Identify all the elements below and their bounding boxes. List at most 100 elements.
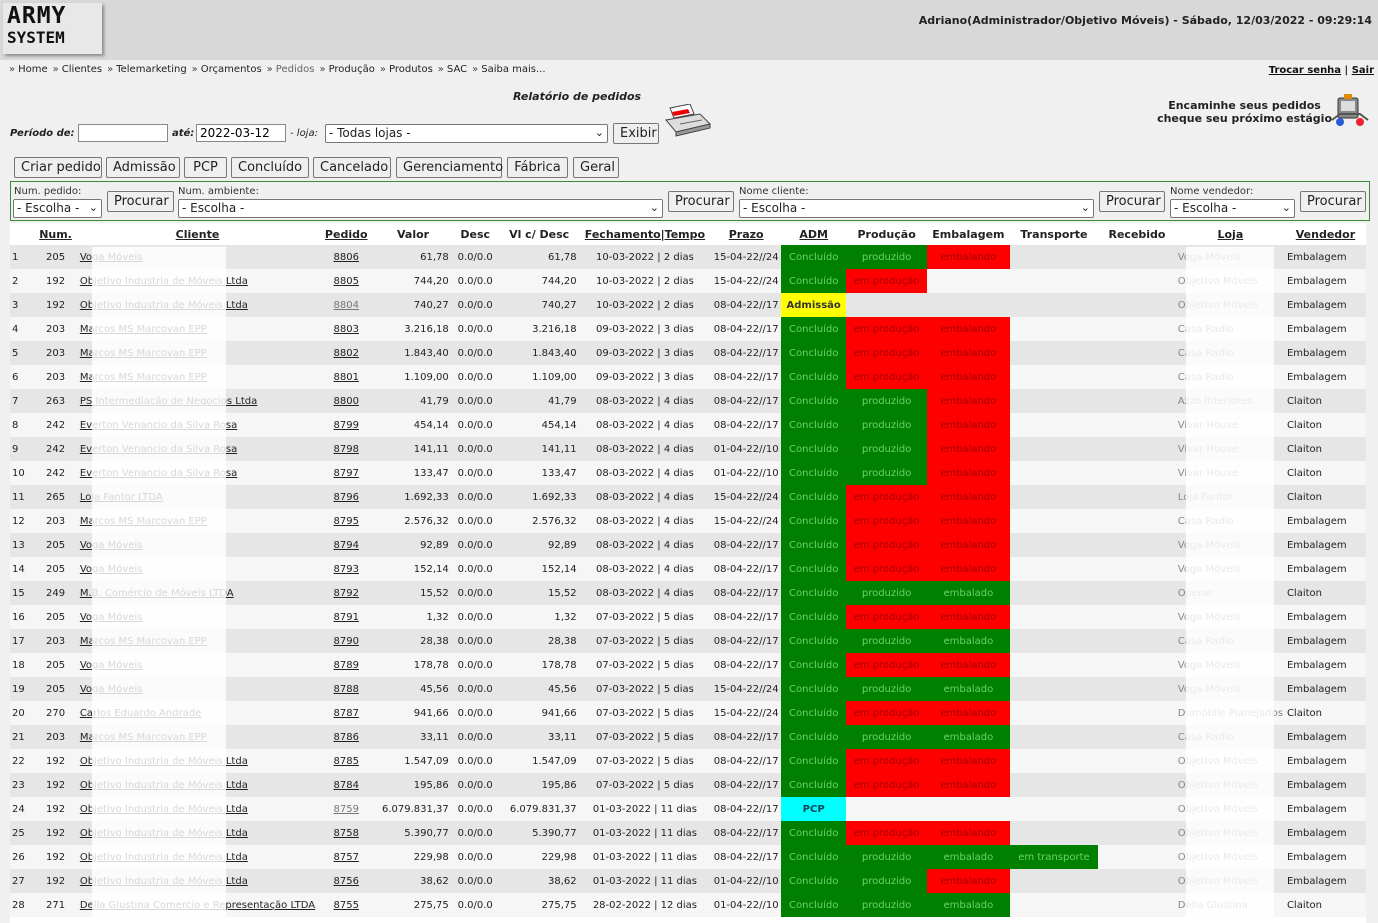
column-header[interactable]: Prazo — [711, 223, 781, 245]
column-header[interactable]: Cliente — [78, 223, 317, 245]
order-value-discounted: 45,56 — [499, 677, 579, 701]
packaging-status: embalado — [926, 677, 1010, 701]
breadcrumb-link[interactable]: Orçamentos — [201, 64, 262, 75]
env-search-button[interactable]: Procurar — [668, 191, 734, 212]
order-number-link[interactable]: 8799 — [317, 413, 376, 437]
change-password-link[interactable]: Trocar senha — [1269, 65, 1341, 76]
tab-cancelado[interactable]: Cancelado — [313, 157, 391, 178]
seller-filter-select[interactable]: - Escolha - ⌄ — [1170, 199, 1295, 218]
env-filter-select[interactable]: - Escolha - ⌄ — [178, 199, 663, 218]
order-number-link[interactable]: 8758 — [317, 821, 376, 845]
order-number-link[interactable]: 8806 — [317, 245, 376, 269]
army-system-logo[interactable]: ARMY SYSTEM — [3, 3, 102, 54]
received-status — [1098, 869, 1176, 893]
client-filter-select[interactable]: - Escolha - ⌄ — [739, 199, 1094, 218]
tab-conclu-do[interactable]: Concluído — [231, 157, 309, 178]
tab-gerenciamento[interactable]: Gerenciamento — [396, 157, 503, 178]
order-number-link[interactable]: 8755 — [317, 893, 376, 917]
order-number-link[interactable]: 8793 — [317, 557, 376, 581]
order-number-link[interactable]: 8792 — [317, 581, 376, 605]
tab-f-brica[interactable]: Fábrica — [507, 157, 568, 178]
breadcrumb-link[interactable]: Pedidos — [276, 64, 315, 75]
breadcrumb-link[interactable]: Clientes — [62, 64, 102, 75]
column-header[interactable]: Vendedor — [1285, 223, 1366, 245]
breadcrumb-link[interactable]: Produtos — [389, 64, 433, 75]
order-number-link[interactable]: 8805 — [317, 269, 376, 293]
order-number-link[interactable]: 8785 — [317, 749, 376, 773]
tab-criar-pedido[interactable]: Criar pedido — [14, 157, 102, 178]
client-search-button[interactable]: Procurar — [1099, 191, 1165, 212]
order-number-link[interactable]: 8797 — [317, 461, 376, 485]
breadcrumb-link[interactable]: Produção — [329, 64, 375, 75]
order-number-link[interactable]: 8790 — [317, 629, 376, 653]
closing-time: 08-03-2022 | 4 dias — [578, 581, 712, 605]
order-value: 1.692,33 — [375, 485, 451, 509]
client-number: 205 — [33, 245, 78, 269]
tab-admiss-o[interactable]: Admissão — [106, 157, 180, 178]
adm-status: Concluído — [781, 821, 847, 845]
closing-time: 08-03-2022 | 4 dias — [578, 461, 712, 485]
order-number-link[interactable]: 8757 — [317, 845, 376, 869]
workflow-icon[interactable] — [1330, 92, 1370, 128]
row-index: 24 — [10, 797, 34, 821]
transport-status — [1009, 629, 1099, 653]
deadline: 08-04-22//17 — [711, 725, 782, 749]
order-number-link[interactable]: 8791 — [317, 605, 376, 629]
order-number-link[interactable]: 8800 — [317, 389, 376, 413]
logout-link[interactable]: Sair — [1352, 65, 1374, 76]
row-index: 18 — [10, 653, 34, 677]
column-header[interactable]: Loja — [1176, 223, 1285, 245]
closing-time: 07-03-2022 | 5 dias — [578, 653, 712, 677]
production-status: em produção — [846, 749, 927, 773]
order-number-link[interactable]: 8756 — [317, 869, 376, 893]
order-filter-select[interactable]: - Escolha - ⌄ — [13, 199, 102, 218]
order-number-link[interactable]: 8789 — [317, 653, 376, 677]
order-number-link[interactable]: 8759 — [317, 797, 376, 821]
adm-status: Concluído — [781, 701, 847, 725]
deadline: 08-04-22//17 — [711, 821, 782, 845]
order-value-discounted: 178,78 — [499, 653, 579, 677]
order-number-link[interactable]: 8803 — [317, 317, 376, 341]
breadcrumb-link[interactable]: Home — [18, 64, 48, 75]
order-number-link[interactable]: 8802 — [317, 341, 376, 365]
order-search-button[interactable]: Procurar — [107, 191, 174, 212]
orders-table-container[interactable]: Num. Cliente Pedido Valor Desc Vl c/ Desc Fech… — [10, 223, 1366, 923]
period-to-input[interactable] — [196, 124, 286, 142]
show-button[interactable]: Exibir — [613, 123, 659, 144]
store-select[interactable]: - Todas lojas - ⌄ — [325, 124, 608, 143]
order-number-link[interactable]: 8795 — [317, 509, 376, 533]
packaging-status: embalado — [926, 845, 1010, 869]
order-number-link[interactable]: 8786 — [317, 725, 376, 749]
order-number-link[interactable]: 8804 — [317, 293, 376, 317]
seller-search-button[interactable]: Procurar — [1300, 191, 1366, 212]
deadline: 08-04-22//17 — [711, 581, 782, 605]
column-header[interactable]: Num. — [33, 223, 78, 245]
printer-icon[interactable] — [664, 104, 712, 138]
order-number-link[interactable]: 8801 — [317, 365, 376, 389]
production-status: produzido — [846, 245, 927, 269]
tab-geral[interactable]: Geral — [573, 157, 619, 178]
column-header: Valor — [396, 227, 430, 241]
column-header[interactable]: Fechamento|Tempo — [579, 223, 712, 245]
breadcrumb-link[interactable]: Telemarketing — [116, 64, 186, 75]
order-number-link[interactable]: 8784 — [317, 773, 376, 797]
order-value: 275,75 — [375, 893, 451, 917]
client-number: 192 — [33, 269, 78, 293]
order-number-link[interactable]: 8798 — [317, 437, 376, 461]
column-header[interactable]: ADM — [781, 223, 846, 245]
order-number-link[interactable]: 8794 — [317, 533, 376, 557]
order-number-link[interactable]: 8787 — [317, 701, 376, 725]
packaging-status: embalando — [926, 245, 1010, 269]
order-number-link[interactable]: 8788 — [317, 677, 376, 701]
order-number-link[interactable]: 8796 — [317, 485, 376, 509]
user-info: Adriano(Administrador/Objetivo Móveis) -… — [918, 14, 1372, 27]
tab-pcp[interactable]: PCP — [184, 157, 227, 178]
breadcrumb-link[interactable]: SAC — [447, 64, 467, 75]
adm-status: Concluído — [781, 437, 847, 461]
period-from-input[interactable] — [78, 124, 168, 142]
closing-time: 08-03-2022 | 4 dias — [578, 437, 712, 461]
client-number: 205 — [33, 653, 78, 677]
column-header[interactable]: Pedido — [317, 223, 375, 245]
breadcrumb-link[interactable]: Saiba mais... — [481, 64, 545, 75]
link-separator: | — [1344, 65, 1349, 76]
